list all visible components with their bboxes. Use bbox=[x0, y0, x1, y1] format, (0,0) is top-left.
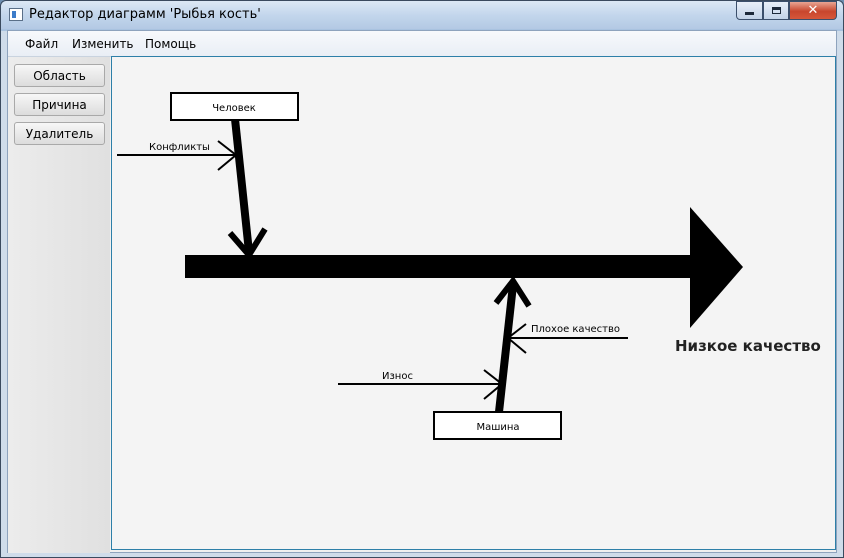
close-icon: ✕ bbox=[807, 3, 819, 18]
client-area: Файл Изменить Помощь Область Причина Уда… bbox=[7, 30, 837, 553]
cause-label-human: Человек bbox=[212, 103, 256, 114]
diagram-canvas[interactable]: Низкое качество Человек Конфликты Машина bbox=[111, 56, 836, 550]
menu-file[interactable]: Файл bbox=[25, 37, 58, 51]
minimize-icon bbox=[745, 12, 754, 15]
app-icon bbox=[9, 8, 23, 21]
window-title: Редактор диаграмм 'Рыбья кость' bbox=[29, 7, 261, 22]
subcause-label-conflicts: Конфликты bbox=[149, 142, 210, 153]
close-button[interactable]: ✕ bbox=[789, 1, 837, 20]
app-window: Редактор диаграмм 'Рыбья кость' ✕ Файл И… bbox=[0, 0, 844, 558]
subcause-label-wear: Износ bbox=[382, 371, 413, 382]
fishbone-diagram: Низкое качество Человек Конфликты Машина bbox=[117, 92, 821, 440]
subcause-label-poor-quality: Плохое качество bbox=[531, 324, 620, 335]
title-bar[interactable]: Редактор диаграмм 'Рыбья кость' ✕ bbox=[1, 1, 843, 29]
cause-bone-machine bbox=[495, 284, 517, 413]
effect-arrowhead bbox=[690, 207, 743, 328]
maximize-icon bbox=[771, 7, 781, 14]
delete-tool-button[interactable]: Удалитель bbox=[14, 122, 105, 145]
tool-panel: Область Причина Удалитель bbox=[8, 57, 110, 553]
effect-label: Низкое качество bbox=[675, 337, 821, 355]
cause-bone-human bbox=[231, 118, 253, 253]
menu-edit[interactable]: Изменить bbox=[72, 37, 134, 51]
maximize-button[interactable] bbox=[763, 1, 789, 20]
minimize-button[interactable] bbox=[736, 1, 763, 20]
cause-label-machine: Машина bbox=[476, 422, 519, 433]
spine-line bbox=[185, 255, 697, 278]
menu-bar: Файл Изменить Помощь bbox=[8, 31, 836, 57]
area-tool-button[interactable]: Область bbox=[14, 64, 105, 87]
cause-tool-button[interactable]: Причина bbox=[14, 93, 105, 116]
menu-help[interactable]: Помощь bbox=[145, 37, 196, 51]
